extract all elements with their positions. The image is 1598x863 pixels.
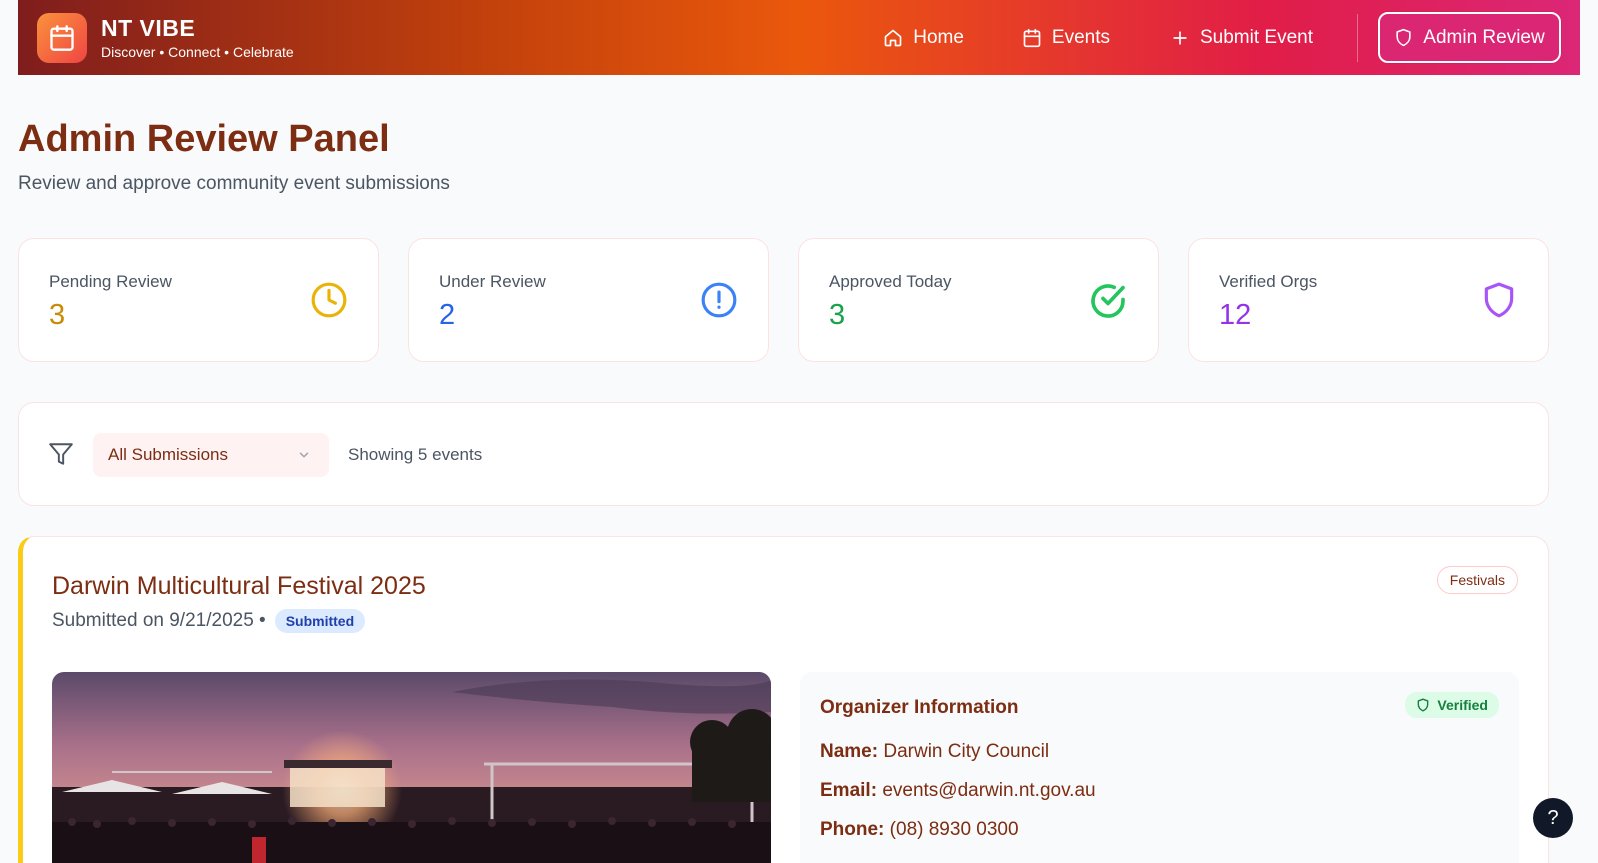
main-nav: Home Events Submit Event Admin Review [883,0,1580,75]
organizer-info-panel: Organizer Information Verified Name: Dar… [800,672,1519,863]
nav-home-label: Home [913,26,964,48]
submission-filter-select[interactable]: All Submissions [93,433,329,477]
results-count: Showing 5 events [348,445,483,464]
top-navigation-bar: NT VIBE Discover • Connect • Celebrate H… [18,0,1580,75]
nav-admin-review-label: Admin Review [1423,26,1545,48]
status-badge: Submitted [274,609,366,633]
page-title: Admin Review Panel [18,118,390,160]
page-subtitle: Review and approve community event submi… [18,173,450,194]
organizer-email-row: Email: events@darwin.nt.gov.au [820,780,1096,802]
organizer-name-row: Name: Darwin City Council [820,741,1049,763]
organizer-email[interactable]: events@darwin.nt.gov.au [882,780,1095,801]
stat-value: 2 [439,299,456,331]
nav-submit-event-link[interactable]: Submit Event [1170,27,1313,49]
check-circle-icon [1091,284,1125,318]
plus-icon [1173,30,1187,45]
shield-icon [1418,698,1429,712]
stat-label: Approved Today [829,272,952,291]
brand-tagline: Discover • Connect • Celebrate [101,43,294,60]
nav-divider [1357,13,1358,62]
calendar-logo-icon [37,12,87,63]
stat-label: Pending Review [49,272,172,291]
stat-label: Verified Orgs [1219,272,1318,291]
organizer-email-label: Email: [820,780,878,801]
stat-value: 3 [829,299,846,331]
brand-title: NT VIBE [101,14,196,41]
event-image [52,672,771,863]
event-meta: Submitted on 9/21/2025 • Submitted [52,609,366,633]
filter-icon [49,443,73,465]
shield-icon [1396,28,1411,47]
shield-icon [1484,282,1514,318]
stat-value: 12 [1219,299,1252,331]
calendar-icon [1023,28,1041,47]
filter-selected-value: All Submissions [108,445,228,464]
organizer-name-label: Name: [820,741,879,762]
home-icon [884,29,902,46]
submitted-date: Submitted on 9/21/2025 • [52,610,266,631]
organizer-heading: Organizer Information [820,697,1019,718]
nav-admin-review-button[interactable]: Admin Review [1378,12,1561,63]
stat-value: 3 [49,299,66,331]
stat-label: Under Review [439,272,546,291]
stat-card-under-review: Under Review 2 [408,238,769,362]
chevron-down-icon [299,452,309,458]
event-title: Darwin Multicultural Festival 2025 [52,572,426,600]
organizer-phone-row: Phone: (08) 8930 0300 [820,819,1019,841]
nav-submit-event-label: Submit Event [1200,26,1313,48]
organizer-name: Darwin City Council [883,741,1050,762]
stat-card-pending-review: Pending Review 3 [18,238,379,362]
verified-label: Verified [1437,697,1488,713]
nav-events-label: Events [1051,26,1110,48]
clock-icon [311,282,347,318]
stat-card-approved-today: Approved Today 3 [798,238,1159,362]
nav-home-link[interactable]: Home [883,27,964,49]
category-badge: Festivals [1436,566,1518,594]
organizer-phone[interactable]: (08) 8930 0300 [890,819,1019,840]
verified-badge: Verified [1405,692,1499,718]
brand[interactable]: NT VIBE Discover • Connect • Celebrate [37,12,294,63]
help-button[interactable]: ? [1533,798,1573,838]
alert-circle-icon [701,282,737,318]
nav-events-link[interactable]: Events [1022,27,1110,49]
organizer-phone-label: Phone: [820,819,885,840]
event-submission-card: Darwin Multicultural Festival 2025 Submi… [18,536,1549,863]
filter-bar: All Submissions Showing 5 events [18,402,1549,506]
stat-card-verified-orgs: Verified Orgs 12 [1188,238,1549,362]
